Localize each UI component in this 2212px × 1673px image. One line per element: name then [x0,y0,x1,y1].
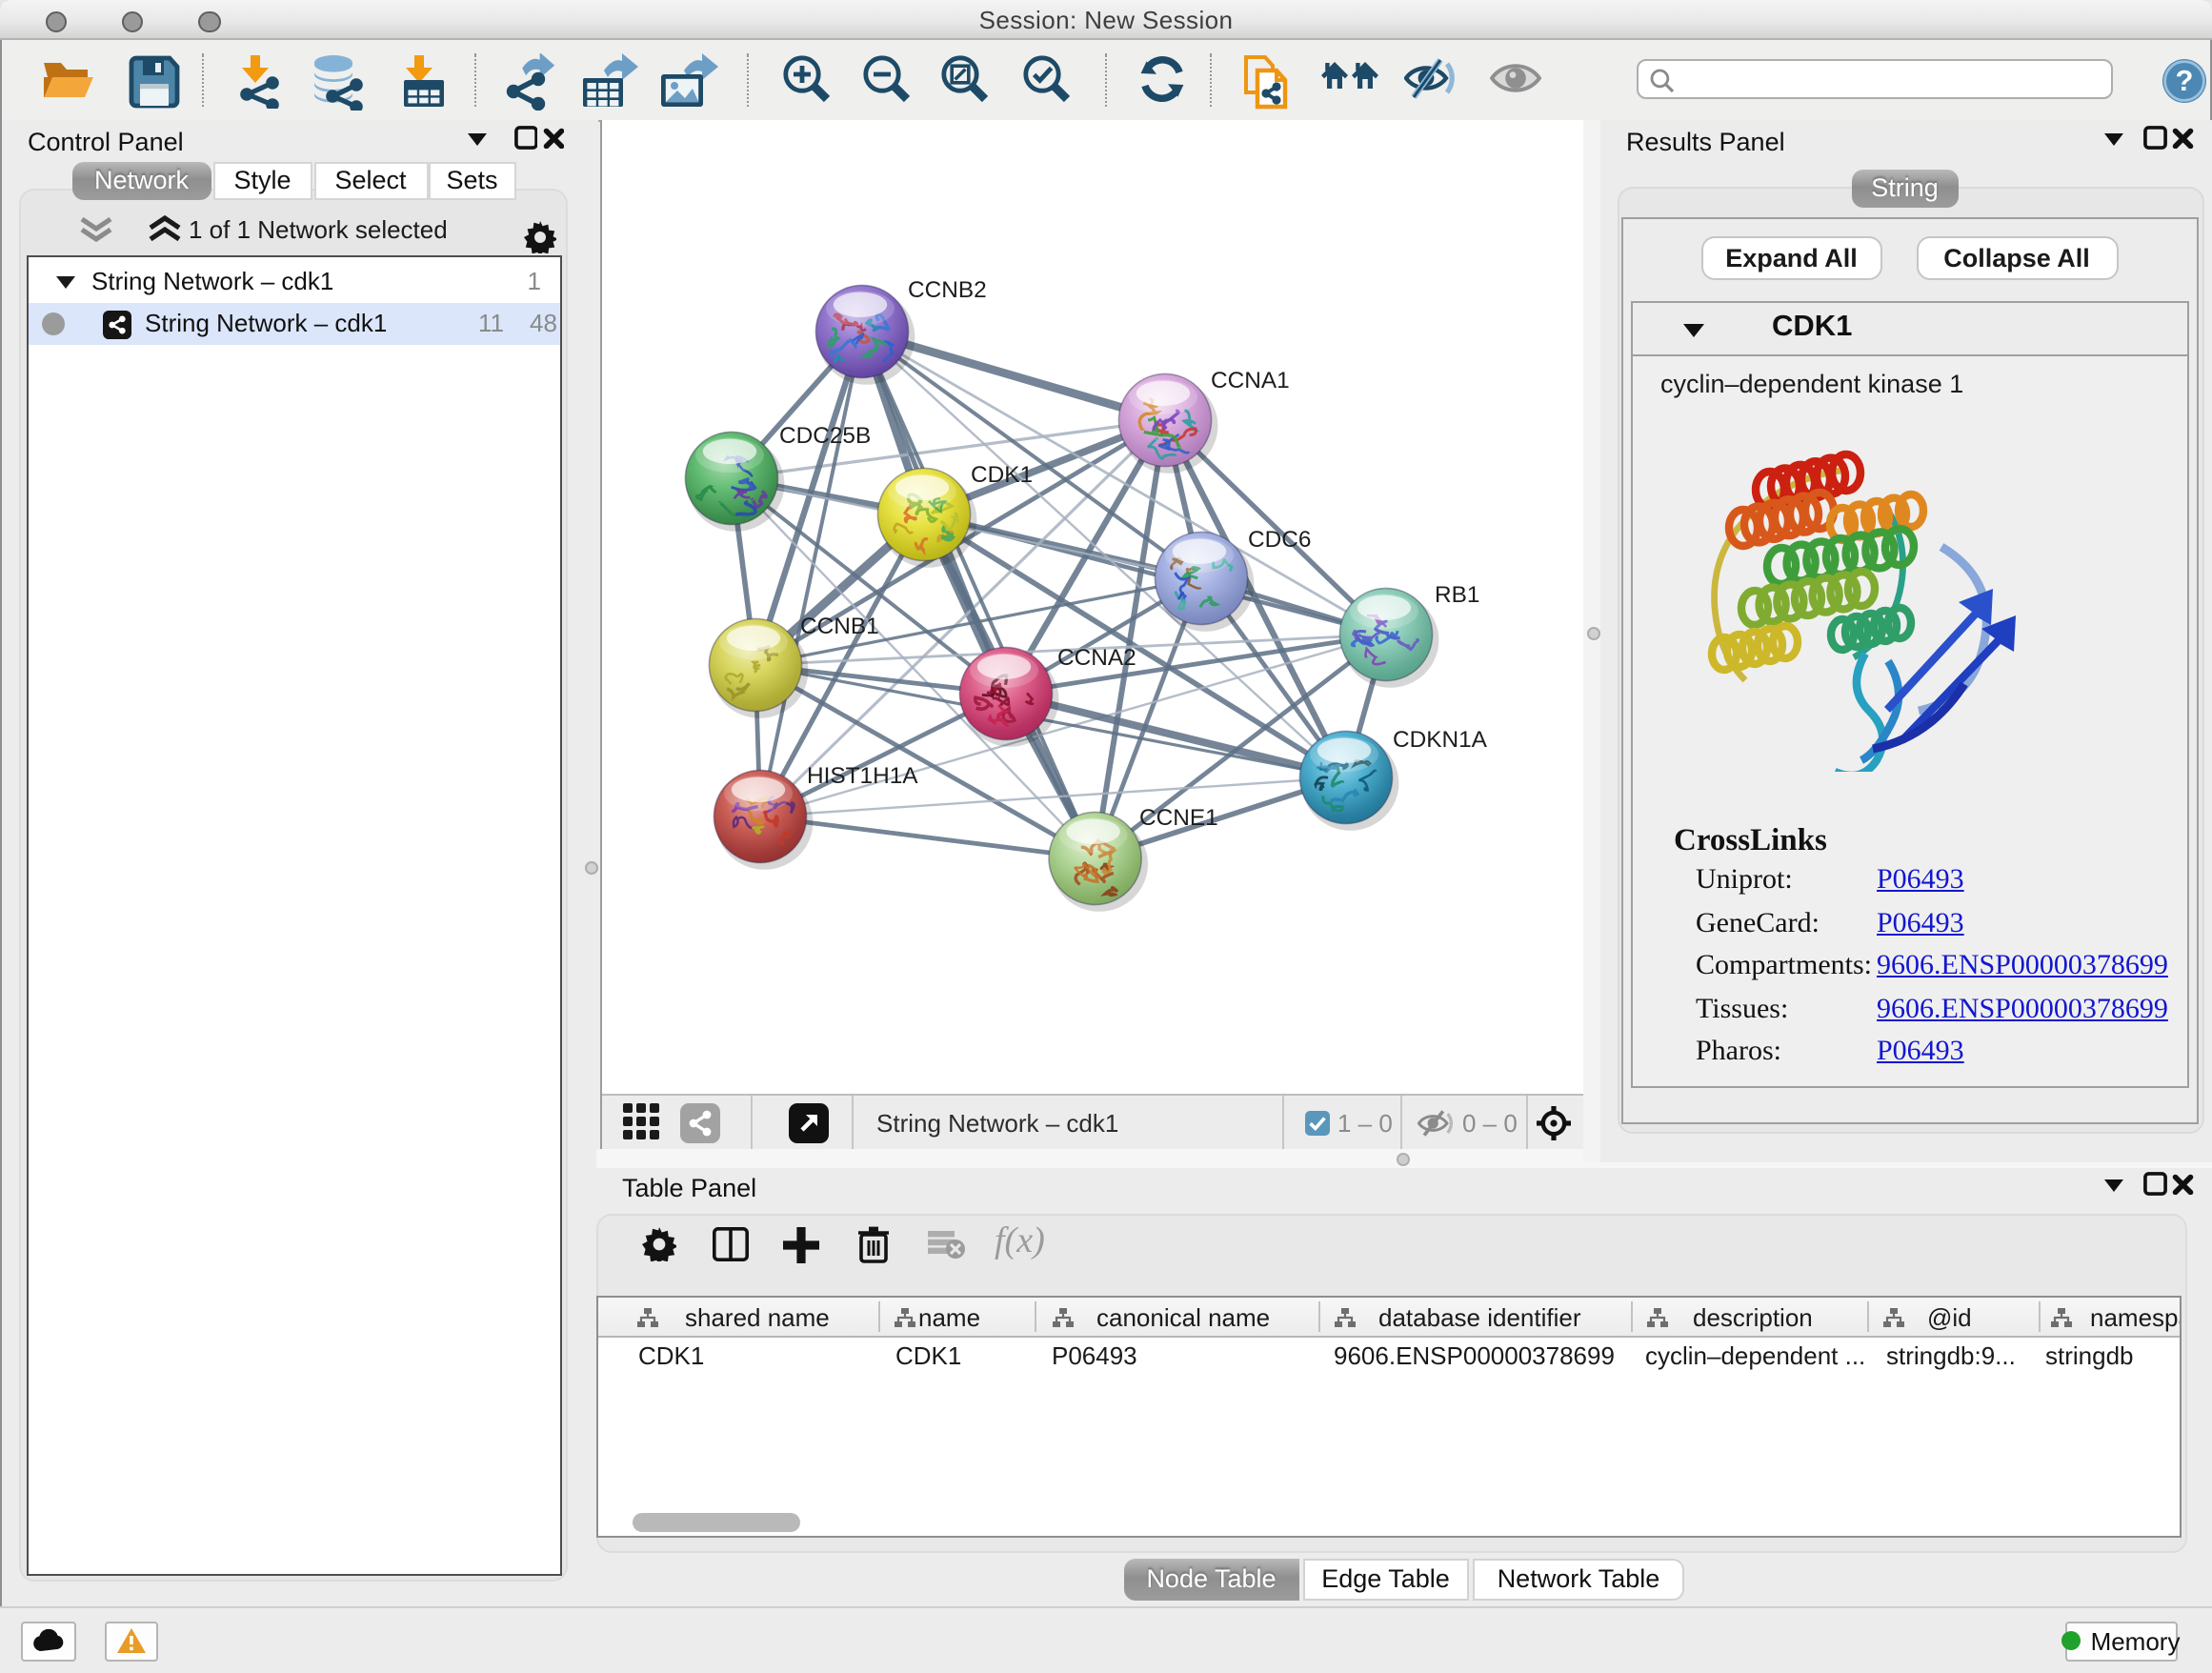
svg-text:CCNB2: CCNB2 [908,277,987,303]
svg-text:CCNB1: CCNB1 [800,614,879,639]
svg-text:CDK1: CDK1 [971,462,1033,488]
svg-text:CCNE1: CCNE1 [1139,805,1218,831]
svg-text:HIST1H1A: HIST1H1A [807,763,918,789]
svg-text:CCNA2: CCNA2 [1057,645,1136,671]
svg-text:CDC25B: CDC25B [779,423,871,449]
svg-text:CDC6: CDC6 [1248,527,1311,553]
svg-text:RB1: RB1 [1435,582,1479,608]
svg-text:?: ? [2175,64,2193,97]
svg-text:CDKN1A: CDKN1A [1393,727,1488,753]
svg-text:CCNA1: CCNA1 [1211,368,1290,393]
